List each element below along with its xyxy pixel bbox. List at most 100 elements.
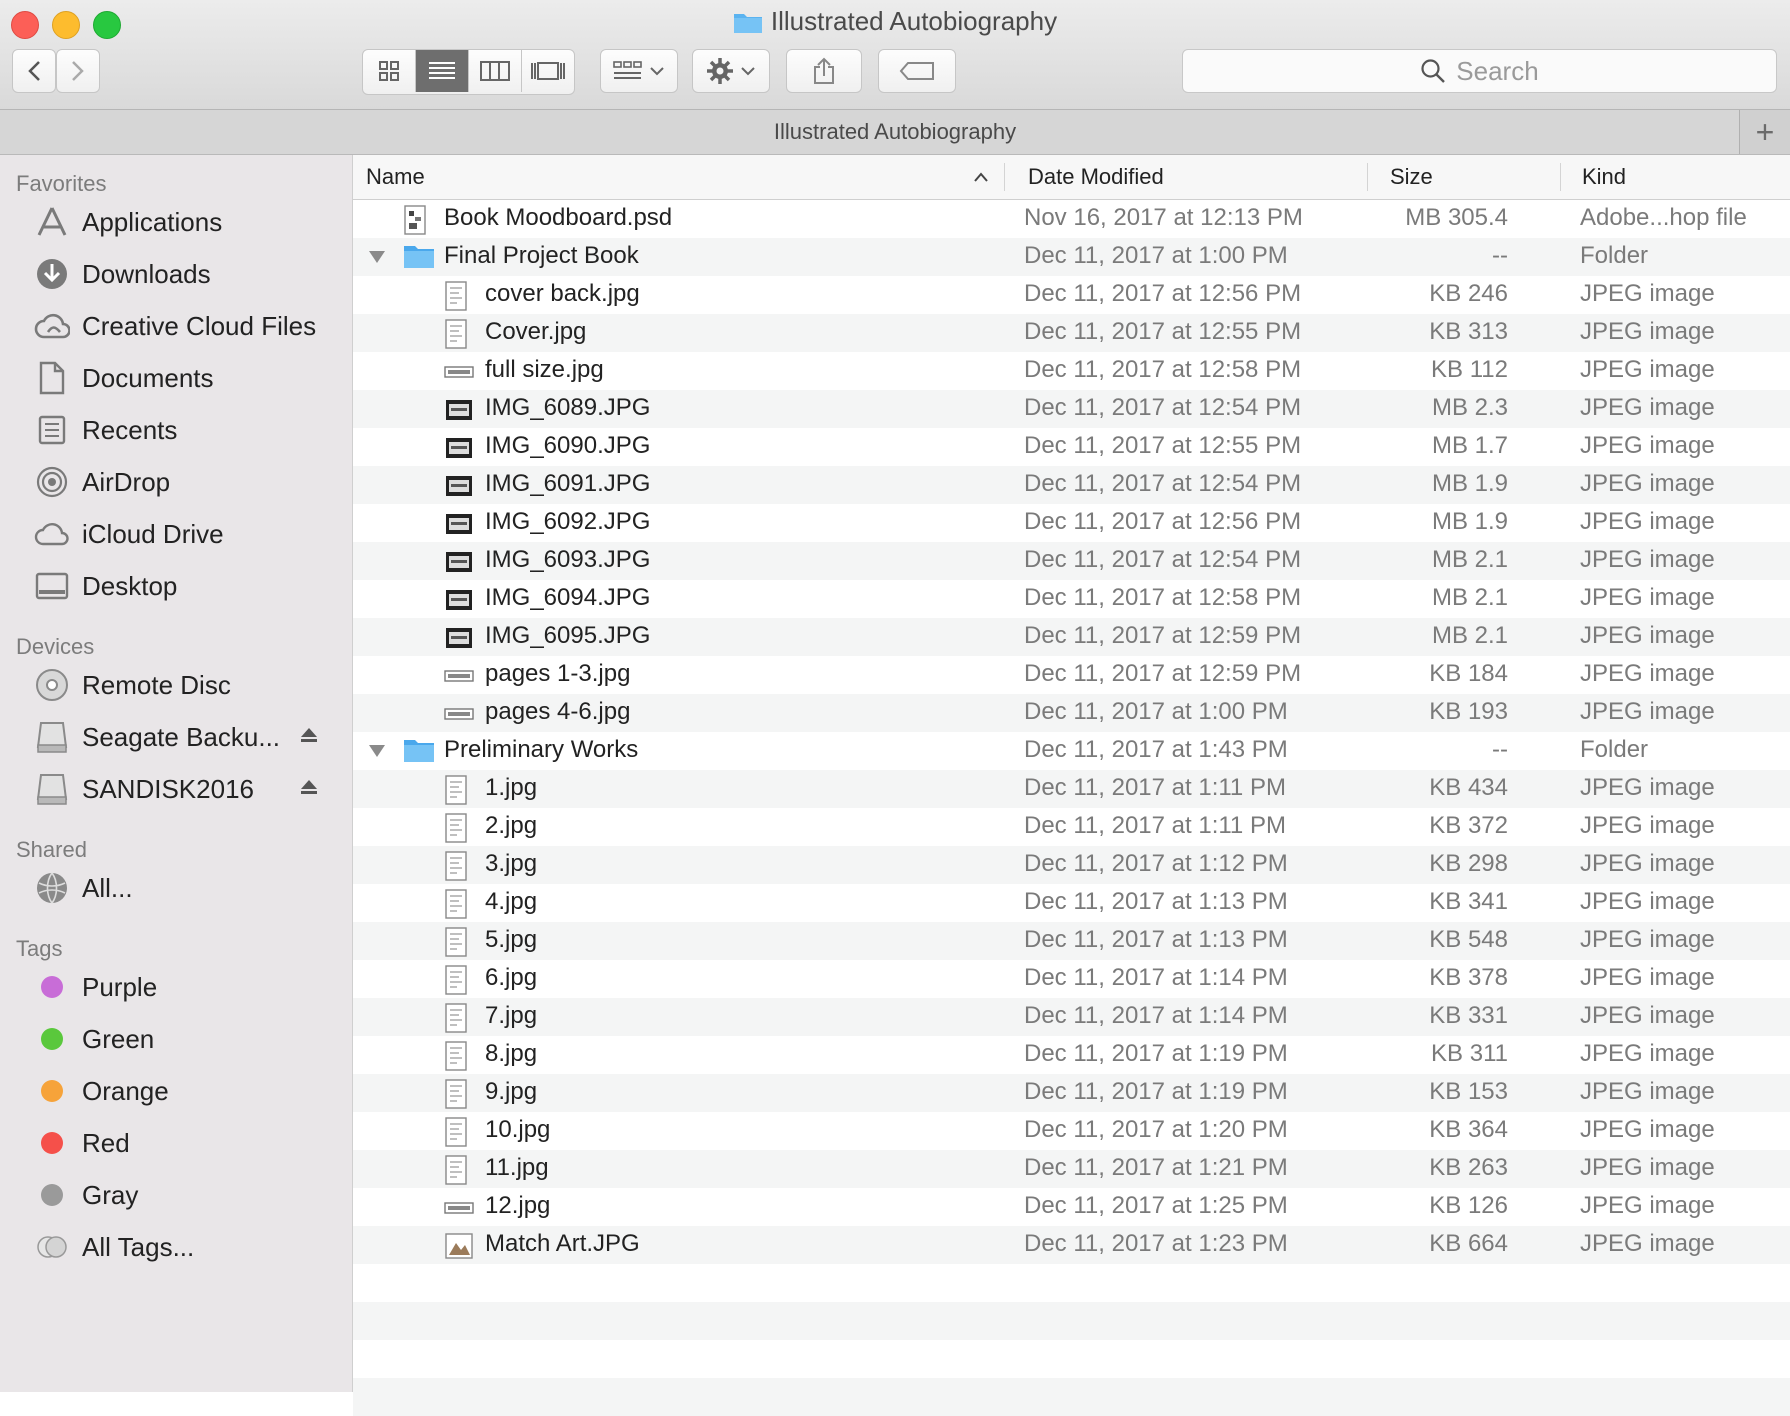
view-mode-segmented-control (362, 49, 575, 95)
sidebar-section-header[interactable]: Tags (16, 936, 62, 962)
column-header-kind[interactable]: Kind (1582, 155, 1626, 199)
file-name: 11.jpg (485, 1154, 549, 1181)
file-icon (444, 851, 472, 881)
file-row[interactable]: Cover.jpg Dec 11, 2017 at 12:55 PM 313 KB J… (353, 314, 1790, 352)
sidebar-item-icloud-drive[interactable]: iCloud Drive (0, 512, 352, 556)
file-row[interactable]: full size.jpg Dec 11, 2017 at 12:58 PM 112… (353, 352, 1790, 390)
file-row[interactable]: 8.jpg Dec 11, 2017 at 1:19 PM 311 KB JPEG i… (353, 1036, 1790, 1074)
sidebar-item-remote-disc[interactable]: Remote Disc (0, 663, 352, 707)
file-icon (444, 661, 474, 689)
eject-icon[interactable] (300, 776, 318, 802)
sidebar-item-desktop[interactable]: Desktop (0, 564, 352, 608)
sidebar-item-downloads[interactable]: Downloads (0, 252, 352, 296)
file-row[interactable]: IMG_6095.JPG Dec 11, 2017 at 12:59 PM 2.1 … (353, 618, 1790, 656)
file-row[interactable]: 4.jpg Dec 11, 2017 at 1:13 PM 341 KB JPEG i… (353, 884, 1790, 922)
icon-view-button[interactable] (363, 50, 416, 92)
file-row[interactable]: 6.jpg Dec 11, 2017 at 1:14 PM 378 KB JPEG i… (353, 960, 1790, 998)
column-separator[interactable] (1367, 163, 1368, 191)
sidebar-item-creative-cloud-files[interactable]: Creative Cloud Files (0, 304, 352, 348)
file-row[interactable]: 7.jpg Dec 11, 2017 at 1:14 PM 331 KB JPEG i… (353, 998, 1790, 1036)
new-tab-button[interactable]: + (1739, 110, 1790, 154)
tag-color-dot-icon (32, 1123, 72, 1163)
column-header-date[interactable]: Date Modified (1028, 155, 1164, 199)
sidebar-item-seagate-backu[interactable]: Seagate Backu... (0, 715, 352, 759)
file-row[interactable]: 3.jpg Dec 11, 2017 at 1:12 PM 298 KB JPEG i… (353, 846, 1790, 884)
file-row[interactable]: 1.jpg Dec 11, 2017 at 1:11 PM 434 KB JPEG i… (353, 770, 1790, 808)
file-date-modified: Dec 11, 2017 at 12:59 PM (1024, 660, 1302, 687)
sidebar-item-documents[interactable]: Documents (0, 356, 352, 400)
column-view-button[interactable] (469, 50, 522, 92)
list-view-button[interactable] (416, 50, 469, 92)
file-icon (444, 319, 472, 349)
column-separator[interactable] (1560, 163, 1561, 191)
tags-button[interactable] (878, 49, 956, 93)
recents-icon (32, 410, 72, 450)
sidebar: Favorites Applications Downloads Creative C… (0, 155, 353, 1392)
share-button[interactable] (786, 49, 862, 93)
file-kind: JPEG image (1580, 280, 1715, 307)
file-row[interactable]: 11.jpg Dec 11, 2017 at 1:21 PM 263 KB JPEG … (353, 1150, 1790, 1188)
file-date-modified: Dec 11, 2017 at 1:11 PM (1024, 774, 1286, 801)
sidebar-item-recents[interactable]: Recents (0, 408, 352, 452)
file-size-value: 2.1 MB (1431, 546, 1508, 573)
eject-icon[interactable] (300, 724, 318, 750)
folder-row[interactable]: Final Project Book Dec 11, 2017 at 1:00 P… (353, 238, 1790, 276)
action-button[interactable] (692, 49, 770, 93)
sidebar-item-green[interactable]: Green (0, 1017, 352, 1061)
window-title-text: Illustrated Autobiography (770, 6, 1058, 36)
file-row[interactable]: 2.jpg Dec 11, 2017 at 1:11 PM 372 KB JPEG i… (353, 808, 1790, 846)
sidebar-item-all-tags[interactable]: All Tags... (0, 1225, 352, 1269)
back-button[interactable] (12, 49, 56, 93)
file-row[interactable]: pages 1-3.jpg Dec 11, 2017 at 12:59 PM 184… (353, 656, 1790, 694)
sidebar-item-airdrop[interactable]: AirDrop (0, 460, 352, 504)
file-row[interactable]: IMG_6091.JPG Dec 11, 2017 at 12:54 PM 1.9 … (353, 466, 1790, 504)
file-icon (444, 585, 472, 613)
file-row[interactable]: 9.jpg Dec 11, 2017 at 1:19 PM 153 KB JPEG i… (353, 1074, 1790, 1112)
file-kind: Folder (1580, 736, 1649, 763)
folder-row[interactable]: Preliminary Works Dec 11, 2017 at 1:43 PM… (353, 732, 1790, 770)
file-row[interactable]: 10.jpg Dec 11, 2017 at 1:20 PM 364 KB JPEG … (353, 1112, 1790, 1150)
file-row[interactable]: IMG_6093.JPG Dec 11, 2017 at 12:54 PM 2.1 … (353, 542, 1790, 580)
file-row[interactable]: IMG_6089.JPG Dec 11, 2017 at 12:54 PM 2.3 … (353, 390, 1790, 428)
file-kind: Folder (1580, 242, 1649, 269)
network-icon (32, 868, 72, 908)
sidebar-item-sandisk2016[interactable]: SANDISK2016 (0, 767, 352, 811)
gallery-view-button[interactable] (522, 50, 574, 92)
sidebar-item-gray[interactable]: Gray (0, 1173, 352, 1217)
file-row[interactable]: Book Moodboard.psd Nov 16, 2017 at 12:13 … (353, 200, 1790, 238)
sidebar-item-applications[interactable]: Applications (0, 200, 352, 244)
file-row[interactable]: 12.jpg Dec 11, 2017 at 1:25 PM 126 KB JPEG … (353, 1188, 1790, 1226)
folder-icon (733, 14, 762, 33)
sidebar-item-all[interactable]: All... (0, 866, 352, 910)
disclosure-triangle-icon[interactable] (368, 244, 386, 274)
file-row[interactable]: IMG_6090.JPG Dec 11, 2017 at 12:55 PM 1.7 … (353, 428, 1790, 466)
sidebar-section-header[interactable]: Favorites (16, 171, 106, 197)
file-size-value: 153 KB (1429, 1078, 1508, 1105)
tag-color-dot-icon (32, 1019, 72, 1059)
sidebar-section-header[interactable]: Shared (16, 837, 87, 863)
file-row[interactable]: cover back.jpg Dec 11, 2017 at 12:56 PM 24… (353, 276, 1790, 314)
column-header-size[interactable]: Size (1390, 155, 1433, 199)
file-row[interactable]: 5.jpg Dec 11, 2017 at 1:13 PM 548 KB JPEG i… (353, 922, 1790, 960)
sidebar-item-purple[interactable]: Purple (0, 965, 352, 1009)
column-header-name[interactable]: Name (366, 155, 425, 199)
file-row[interactable]: IMG_6092.JPG Dec 11, 2017 at 12:56 PM 1.9 … (353, 504, 1790, 542)
file-name: 5.jpg (485, 926, 538, 953)
sidebar-section-header[interactable]: Devices (16, 634, 94, 660)
file-kind: Adobe...hop file (1580, 204, 1747, 231)
search-field[interactable]: Search (1182, 49, 1777, 93)
file-row[interactable]: Match Art.JPG Dec 11, 2017 at 1:23 PM 664 … (353, 1226, 1790, 1264)
arrange-button[interactable] (600, 49, 678, 93)
file-row[interactable]: IMG_6094.JPG Dec 11, 2017 at 12:58 PM 2.1 … (353, 580, 1790, 618)
file-kind: JPEG image (1580, 850, 1715, 877)
sidebar-item-red[interactable]: Red (0, 1121, 352, 1165)
file-row[interactable]: pages 4-6.jpg Dec 11, 2017 at 1:00 PM 193 … (353, 694, 1790, 732)
sidebar-item-orange[interactable]: Orange (0, 1069, 352, 1113)
disclosure-triangle-icon[interactable] (368, 738, 386, 768)
column-separator[interactable] (1004, 163, 1005, 191)
forward-button[interactable] (56, 49, 100, 93)
sidebar-item-label: SANDISK2016 (82, 773, 254, 804)
file-date-modified: Dec 11, 2017 at 1:00 PM (1024, 242, 1288, 269)
file-date-modified: Dec 11, 2017 at 12:59 PM (1024, 622, 1302, 649)
gear-icon (707, 58, 733, 84)
